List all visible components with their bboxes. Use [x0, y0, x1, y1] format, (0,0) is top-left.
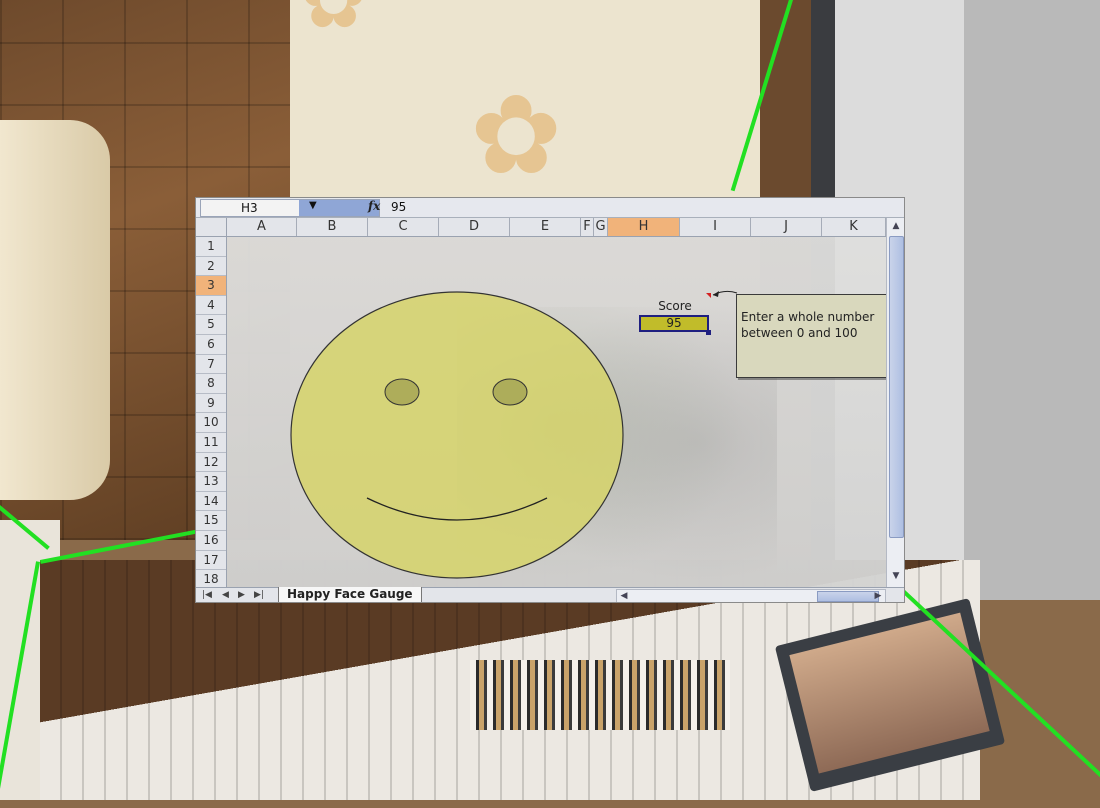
column-header-c[interactable]: C: [368, 218, 439, 236]
books: [470, 660, 730, 730]
row-header[interactable]: 7: [196, 355, 226, 375]
row-header[interactable]: 13: [196, 472, 226, 492]
vertical-scroll-thumb[interactable]: [889, 236, 904, 538]
row-header[interactable]: 3: [196, 276, 226, 296]
chevron-down-icon[interactable]: ▼: [309, 200, 317, 211]
row-header[interactable]: 11: [196, 433, 226, 453]
scroll-down-icon[interactable]: ▼: [887, 568, 904, 584]
fill-handle[interactable]: [706, 330, 711, 335]
prev-sheet-icon[interactable]: ◀: [222, 588, 229, 602]
column-header-d[interactable]: D: [439, 218, 510, 236]
column-headers: A B C D E F G H I J K: [196, 218, 886, 237]
name-box[interactable]: H3 ▼: [200, 199, 380, 217]
row-header[interactable]: 8: [196, 374, 226, 394]
row-header[interactable]: 16: [196, 531, 226, 551]
row-header[interactable]: 5: [196, 315, 226, 335]
scroll-left-icon[interactable]: ◀: [617, 590, 631, 602]
row-header[interactable]: 1: [196, 237, 226, 257]
row-headers: 1 2 3 4 5 6 7 8 9 10 11 12 13 14 15 16 1…: [196, 237, 227, 590]
last-sheet-icon[interactable]: ▶|: [254, 588, 264, 602]
column-header-e[interactable]: E: [510, 218, 581, 236]
score-label: Score: [658, 299, 692, 313]
happy-face-gauge[interactable]: [289, 290, 625, 580]
column-header-b[interactable]: B: [297, 218, 368, 236]
horizontal-scrollbar[interactable]: ◀ ▶: [616, 589, 886, 602]
cushion: [0, 120, 110, 500]
column-header-f[interactable]: F: [581, 218, 594, 236]
row-header[interactable]: 9: [196, 394, 226, 414]
column-header-k[interactable]: K: [822, 218, 886, 236]
score-cell[interactable]: 95: [639, 315, 709, 332]
flower-pattern-icon: ✿: [470, 71, 563, 199]
row-header[interactable]: 15: [196, 511, 226, 531]
column-header-g[interactable]: G: [594, 218, 608, 236]
comment-arrow-icon: [712, 290, 738, 297]
sheet-tab-happy-face-gauge[interactable]: Happy Face Gauge: [278, 587, 422, 602]
left-eye: [384, 378, 420, 406]
column-header-j[interactable]: J: [751, 218, 822, 236]
right-eye: [492, 378, 528, 406]
column-header-h[interactable]: H: [608, 218, 680, 236]
vertical-scrollbar[interactable]: ▲ ▼: [886, 218, 904, 587]
cell-grid[interactable]: Score 95 Enter a whole number between 0 …: [227, 237, 897, 602]
face-outline: [290, 291, 624, 579]
row-header[interactable]: 6: [196, 335, 226, 355]
fx-icon[interactable]: fx: [368, 199, 380, 213]
sheet-tab-bar: |◀ ◀ ▶ ▶| Happy Face Gauge ◀ ▶: [196, 587, 904, 602]
row-header[interactable]: 10: [196, 413, 226, 433]
row-header[interactable]: 2: [196, 257, 226, 277]
name-box-value: H3: [241, 201, 258, 215]
column-header-a[interactable]: A: [227, 218, 297, 236]
formula-bar: H3 ▼ fx 95: [196, 198, 904, 218]
spreadsheet-window: H3 ▼ fx 95 A B C D E F G H I J K 1 2 3 4…: [196, 198, 904, 602]
row-header[interactable]: 14: [196, 492, 226, 512]
scroll-right-icon[interactable]: ▶: [871, 590, 885, 602]
formula-input[interactable]: 95: [391, 200, 406, 214]
next-sheet-icon[interactable]: ▶: [238, 588, 245, 602]
column-header-i[interactable]: I: [680, 218, 751, 236]
select-all-corner[interactable]: [196, 218, 227, 236]
laptop-screen: [789, 612, 990, 774]
flower-pattern-icon: ✿: [300, 0, 367, 40]
first-sheet-icon[interactable]: |◀: [202, 588, 212, 602]
scroll-up-icon[interactable]: ▲: [887, 218, 904, 234]
row-header[interactable]: 17: [196, 551, 226, 571]
cell-comment: Enter a whole number between 0 and 100: [736, 294, 897, 378]
row-header[interactable]: 12: [196, 453, 226, 473]
row-header[interactable]: 4: [196, 296, 226, 316]
horizontal-scroll-thumb[interactable]: [817, 591, 879, 602]
